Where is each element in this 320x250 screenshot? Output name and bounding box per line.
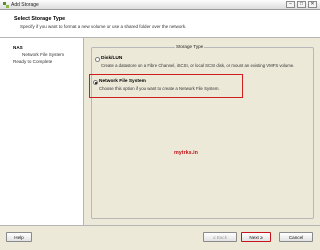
window-title: Add Storage xyxy=(11,1,39,8)
wizard-steps: NAS Network File System Ready to Complet… xyxy=(0,38,84,225)
storage-type-group xyxy=(91,47,314,219)
step-network-file-system: Network File System xyxy=(22,52,65,57)
help-button[interactable]: Help xyxy=(6,232,32,242)
watermark: mytrks.in xyxy=(174,150,198,156)
disk-lun-option-title[interactable]: Disk/LUN xyxy=(101,56,122,61)
next-button[interactable]: Next ≥ xyxy=(241,232,271,242)
network-file-system-option-description: Choose this option if you want to create… xyxy=(99,86,220,91)
window-controls: – □ ✕ xyxy=(286,1,320,8)
back-button[interactable]: ≤ Back xyxy=(203,232,237,242)
storage-type-group-label: Storage Type xyxy=(175,44,205,49)
step-ready-to-complete: Ready to Complete xyxy=(13,59,53,64)
minimize-button[interactable]: – xyxy=(286,1,295,8)
step-nas[interactable]: NAS xyxy=(13,45,23,50)
wizard-footer: Help ≤ Back Next ≥ Cancel xyxy=(0,225,320,250)
wizard-header: Select Storage Type Specify if you want … xyxy=(0,10,320,38)
network-file-system-radio[interactable] xyxy=(93,80,98,85)
page-subtitle: Specify if you want to format a new volu… xyxy=(20,24,187,29)
page-title: Select Storage Type xyxy=(14,16,66,22)
disk-lun-option-description: Create a datastore on a Fibre Channel, i… xyxy=(101,63,295,68)
maximize-button[interactable]: □ xyxy=(297,1,306,8)
cancel-button[interactable]: Cancel xyxy=(279,232,313,242)
close-button[interactable]: ✕ xyxy=(308,1,317,8)
network-file-system-option-title[interactable]: Network File System xyxy=(99,79,146,84)
app-icon xyxy=(3,1,9,8)
disk-lun-radio[interactable] xyxy=(95,57,100,62)
title-bar: Add Storage – □ ✕ xyxy=(0,0,320,10)
